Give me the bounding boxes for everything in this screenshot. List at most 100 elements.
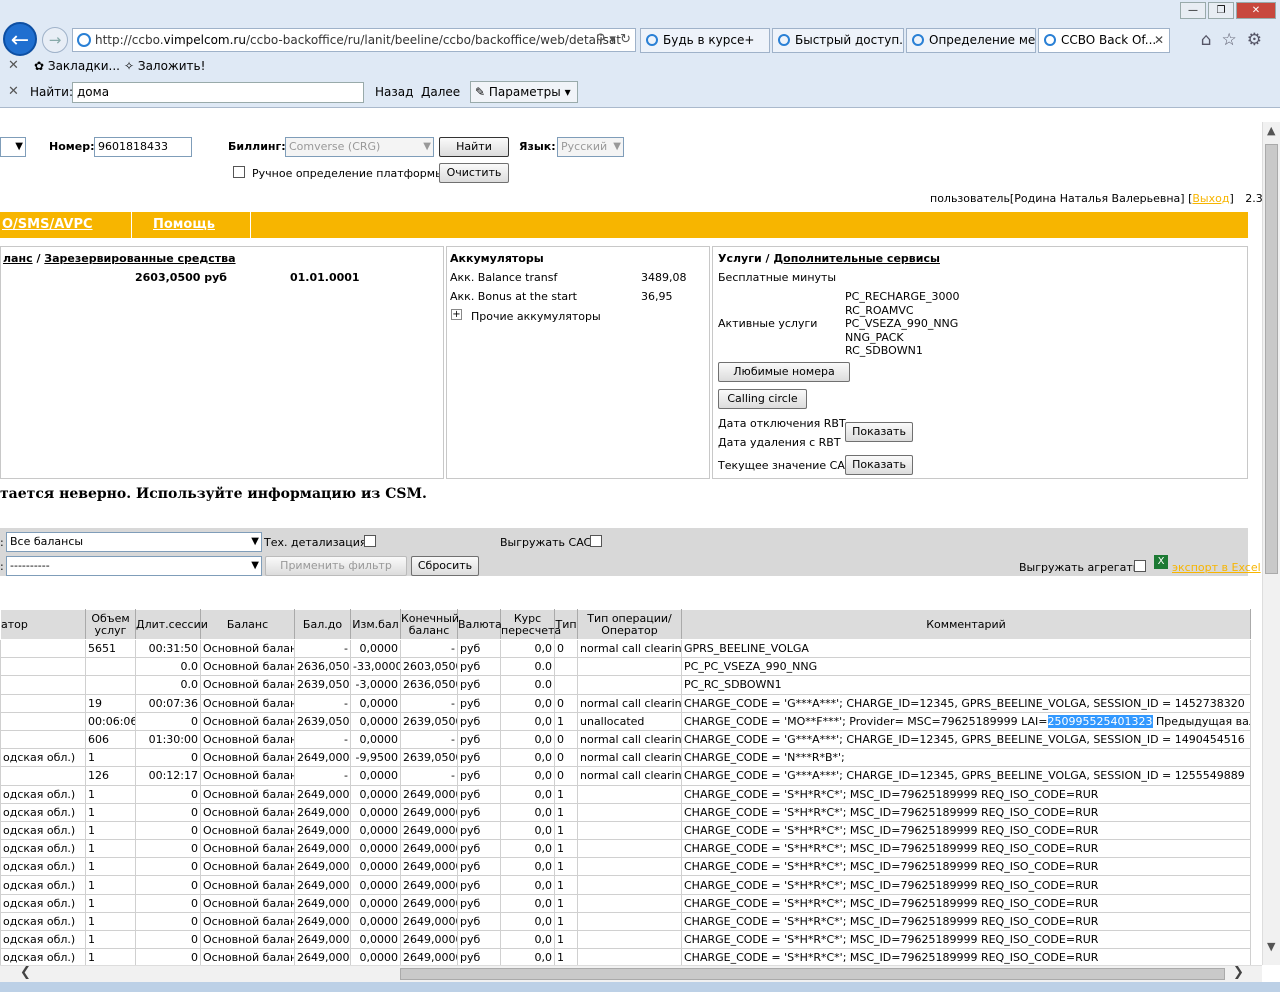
- tech-detail-checkbox[interactable]: [364, 535, 376, 547]
- scroll-thumb[interactable]: [1265, 144, 1278, 574]
- scroll-right-icon[interactable]: ❯: [1233, 965, 1244, 980]
- clear-button[interactable]: Очистить: [439, 163, 509, 183]
- table-cell: 0,0: [500, 911, 555, 932]
- second-filter-select[interactable]: ---------- ▼: [6, 556, 262, 576]
- forward-button[interactable]: →: [42, 27, 68, 53]
- column-header[interactable]: Бал.до: [294, 609, 351, 640]
- header-row: атор Объем услуг Длит.сессии Баланс Бал.до Из…: [0, 609, 1251, 640]
- scroll-down-icon[interactable]: ▼: [1267, 940, 1275, 953]
- show-rbt-button[interactable]: Показать: [845, 422, 913, 442]
- table-cell: 0,0000: [350, 929, 401, 950]
- search-refresh-icon[interactable]: ⚲ ▾ ↻: [596, 29, 631, 51]
- vertical-scrollbar[interactable]: ▲ ▼: [1262, 122, 1280, 965]
- service-item: PC_RECHARGE_3000: [845, 290, 960, 303]
- table-row[interactable]: 606 01:30:00 Основной баланс -0,0000- руб 0,0…: [0, 729, 1251, 750]
- show-cac-button[interactable]: Показать: [845, 455, 913, 475]
- close-find-icon[interactable]: ✕: [8, 80, 19, 104]
- column-header[interactable]: Конечный баланс: [400, 609, 459, 640]
- language-select[interactable]: Русский ▼: [557, 137, 624, 157]
- table-row[interactable]: одская обл.)10Основной баланс2649,00000,…: [0, 839, 1251, 859]
- column-header[interactable]: Комментарий: [681, 609, 1251, 640]
- bookmarks-link[interactable]: ✿ Закладки...: [34, 56, 120, 76]
- table-row[interactable]: одская обл.)10Основной баланс2649,00000,…: [0, 911, 1251, 932]
- window-controls: — ❐ ✕: [1178, 2, 1276, 20]
- find-prev-button[interactable]: Назад: [375, 80, 413, 104]
- column-header[interactable]: Тип операции/Оператор: [577, 609, 682, 640]
- column-header[interactable]: Курс пересчета: [500, 609, 561, 640]
- table-cell: 0,0: [500, 693, 555, 713]
- find-next-button[interactable]: Далее: [421, 80, 460, 104]
- close-tab-icon[interactable]: ✕: [1154, 29, 1164, 52]
- menu-help[interactable]: Помощь: [153, 217, 215, 232]
- export-excel-link[interactable]: экспорт в Excel: [1172, 561, 1261, 574]
- table-row[interactable]: 00:06:060Основной баланс2639,05000,00002…: [0, 711, 1251, 731]
- table-row[interactable]: 19 00:07:36 Основной баланс -0,0000- руб 0,0 0…: [0, 693, 1251, 713]
- cac-label: Текущее значение CAC:: [718, 459, 857, 472]
- close-icon[interactable]: ✕: [8, 56, 19, 76]
- number-type-select[interactable]: ▼: [0, 137, 26, 157]
- billing-select[interactable]: Comverse (CRG) ▼: [285, 137, 434, 157]
- balance-link[interactable]: ланс: [3, 252, 33, 265]
- column-header[interactable]: Изм.бал: [350, 609, 401, 640]
- home-icon[interactable]: ⌂: [1201, 30, 1222, 50]
- table-row[interactable]: одская обл.)10Основной баланс2649,00000,…: [0, 802, 1251, 822]
- table-row[interactable]: 0.0Основной баланс2636,0500-33,00002603,…: [0, 657, 1251, 677]
- table-cell: normal call clearing: [577, 748, 682, 768]
- balances-select[interactable]: Все балансы ▼: [6, 532, 262, 552]
- horizontal-scrollbar[interactable]: ❮ ❯: [0, 965, 1262, 982]
- column-header[interactable]: Длит.сессии: [135, 609, 208, 640]
- bookmark-add-link[interactable]: ✧ Заложить!: [124, 56, 205, 76]
- tab-bud-v-kurse[interactable]: Будь в курсе+: [640, 28, 770, 53]
- tab-quick-access[interactable]: Быстрый доступ...: [772, 28, 904, 53]
- table-row[interactable]: 126 00:12:17 Основной баланс -0,0000- руб 0,0…: [0, 766, 1251, 786]
- close-window-button[interactable]: ✕: [1236, 2, 1276, 19]
- table-row[interactable]: одская обл.)10Основной баланс2649,00000,…: [0, 820, 1251, 841]
- excel-icon[interactable]: X: [1154, 555, 1168, 569]
- back-button[interactable]: ←: [3, 22, 37, 56]
- table-row[interactable]: одская обл.)10Основной баланс2649,00000,…: [0, 893, 1251, 913]
- table-row[interactable]: 0.0Основной баланс2639,0500-3,00002636,0…: [0, 675, 1251, 695]
- manual-platform-checkbox[interactable]: [233, 166, 245, 178]
- menu-sms-avpc[interactable]: O/SMS/AVPC: [2, 217, 93, 232]
- reset-button[interactable]: Сбросить: [411, 556, 479, 576]
- favorite-numbers-button[interactable]: Любимые номера: [718, 362, 850, 382]
- table-row[interactable]: одская обл.)10Основной баланс2649,0000-9…: [0, 748, 1251, 768]
- table-row[interactable]: одская обл.)10Основной баланс2649,00000,…: [0, 857, 1251, 877]
- tab-definition[interactable]: Определение ме...: [906, 28, 1036, 53]
- favorites-star-icon[interactable]: ☆: [1222, 30, 1247, 50]
- table-cell: 606: [85, 729, 136, 750]
- reserved-funds-link[interactable]: Зарезервированные средства: [44, 252, 235, 265]
- table-cell: 0,0: [500, 802, 555, 822]
- table-row[interactable]: одская обл.)10Основной баланс2649,00000,…: [0, 784, 1251, 804]
- column-header[interactable]: Валюта: [457, 609, 502, 640]
- table-row[interactable]: 5651 00:31:50 Основной баланс -0,0000- руб 0,…: [0, 638, 1251, 659]
- logout-link[interactable]: Выход: [1192, 192, 1229, 205]
- address-bar[interactable]: http://ccbo.vimpelcom.ru/ccbo-backoffice…: [72, 28, 636, 52]
- column-header[interactable]: Баланс: [200, 609, 295, 640]
- scroll-up-icon[interactable]: ▲: [1267, 124, 1275, 137]
- scroll-thumb[interactable]: [400, 968, 1225, 980]
- number-label: Номер:: [49, 140, 95, 153]
- minimize-button[interactable]: —: [1180, 2, 1206, 19]
- number-input[interactable]: 9601818433: [94, 137, 192, 157]
- gear-icon[interactable]: ⚙: [1247, 30, 1272, 50]
- table-cell: [577, 929, 682, 950]
- table-cell: 0,0: [500, 638, 555, 659]
- column-header[interactable]: атор: [0, 609, 86, 640]
- export-cac-checkbox[interactable]: [590, 535, 602, 547]
- find-params-button[interactable]: ✎ Параметры ▾: [470, 81, 578, 103]
- table-cell: Основной баланс: [200, 893, 295, 913]
- additional-services-link[interactable]: Дополнительные сервисы: [773, 252, 940, 265]
- table-row[interactable]: одская обл.)10Основной баланс2649,00000,…: [0, 875, 1251, 895]
- export-aggregates-checkbox[interactable]: [1134, 560, 1146, 572]
- restore-button[interactable]: ❐: [1208, 2, 1234, 19]
- tab-ccbo[interactable]: CCBO Back Of... ✕: [1038, 28, 1170, 53]
- apply-filter-button[interactable]: Применить фильтр: [265, 556, 407, 576]
- scroll-left-icon[interactable]: ❮: [20, 965, 31, 980]
- table-row[interactable]: одская обл.)10Основной баланс2649,00000,…: [0, 929, 1251, 950]
- find-input[interactable]: дома: [72, 82, 364, 103]
- find-button[interactable]: Найти: [439, 137, 509, 157]
- calling-circle-button[interactable]: Calling circle: [718, 389, 807, 409]
- column-header[interactable]: Объем услуг: [85, 609, 136, 640]
- expand-plus-icon[interactable]: +: [451, 309, 462, 320]
